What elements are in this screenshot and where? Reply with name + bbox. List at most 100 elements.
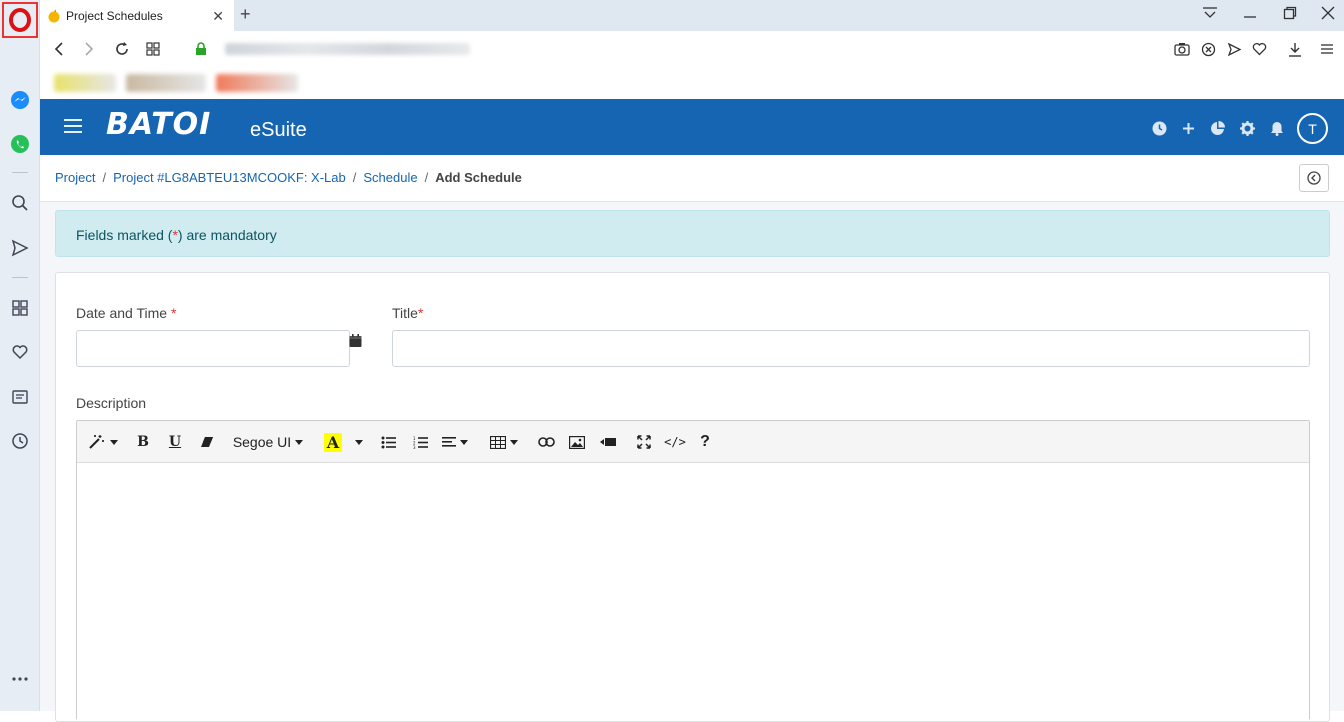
date-time-label-text: Date and Time	[76, 305, 168, 321]
breadcrumb-separator: /	[352, 170, 357, 185]
opera-sidebar	[0, 0, 40, 711]
font-family-value: Segoe UI	[232, 434, 292, 450]
underline-button[interactable]: U	[165, 429, 185, 455]
style-magic-button[interactable]	[87, 429, 119, 455]
pie-chart-icon[interactable]	[1209, 120, 1225, 136]
ordered-list-button[interactable]: 123	[409, 429, 431, 455]
send-to-icon[interactable]	[1225, 40, 1243, 58]
text-color-dropdown[interactable]	[349, 429, 365, 455]
browser-tab-bar: Project Schedules ✕ +	[40, 0, 1344, 31]
image-icon	[569, 435, 585, 449]
opera-menu-button[interactable]	[2, 2, 38, 38]
video-button[interactable]	[597, 429, 619, 455]
restore-icon[interactable]	[1283, 6, 1297, 24]
search-icon[interactable]	[8, 191, 32, 215]
user-avatar[interactable]: T	[1297, 113, 1328, 144]
alert-text-suffix: ) are mandatory	[177, 227, 277, 243]
circle-back-icon	[1307, 171, 1321, 185]
forward-icon[interactable]	[80, 40, 98, 58]
heart-icon[interactable]	[8, 340, 32, 364]
tab-title: Project Schedules	[66, 8, 163, 23]
calendar-icon[interactable]	[349, 334, 362, 348]
required-marker: *	[170, 305, 177, 321]
batoi-logo: BATOI	[106, 107, 212, 142]
breadcrumb-separator: /	[102, 170, 107, 185]
tab-favicon-icon	[48, 9, 60, 22]
code-view-button[interactable]: </>	[663, 429, 687, 455]
align-left-icon	[442, 437, 456, 447]
clear-format-button[interactable]	[197, 429, 217, 455]
link-icon	[537, 437, 555, 447]
close-window-icon[interactable]	[1321, 6, 1335, 24]
opera-logo-icon	[9, 8, 31, 32]
browser-tab[interactable]: Project Schedules ✕	[40, 0, 234, 31]
messenger-icon[interactable]	[8, 88, 32, 112]
bullet-list-button[interactable]	[377, 429, 399, 455]
tab-grid-icon[interactable]	[144, 40, 162, 58]
bold-button[interactable]: B	[133, 429, 153, 455]
esuite-logo-text: eSuite	[250, 119, 307, 141]
breadcrumb: Project / Project #LG8ABTEU13MCOOKF: X-Lab…	[55, 170, 522, 185]
title-label: Title*	[392, 305, 423, 321]
block-icon[interactable]	[1199, 40, 1217, 58]
tab-menu-icon[interactable]	[1202, 6, 1218, 24]
snapshot-icon[interactable]	[1173, 40, 1191, 58]
text-color-glyph: A	[323, 432, 343, 452]
table-icon	[490, 435, 506, 449]
paragraph-align-dropdown[interactable]	[439, 429, 471, 455]
new-tab-button[interactable]: +	[240, 4, 251, 25]
bookmark-item[interactable]	[216, 74, 298, 92]
breadcrumb-separator: /	[424, 170, 429, 185]
sidebar-divider	[12, 277, 28, 278]
back-button[interactable]	[1299, 164, 1329, 192]
help-button[interactable]: ?	[695, 429, 715, 455]
image-button[interactable]	[566, 429, 588, 455]
address-bar	[40, 31, 1344, 68]
menu-toggle-icon[interactable]	[64, 119, 82, 133]
font-family-dropdown[interactable]: Segoe UI	[229, 429, 307, 455]
url-text[interactable]	[225, 43, 470, 55]
lock-icon[interactable]	[192, 40, 210, 58]
description-editable-area[interactable]	[77, 463, 1309, 720]
history-icon[interactable]	[8, 429, 32, 453]
tab-close-icon[interactable]: ✕	[212, 8, 224, 25]
breadcrumb-project[interactable]: Project	[55, 170, 95, 185]
whatsapp-icon[interactable]	[8, 132, 32, 156]
clock-icon[interactable]	[1151, 120, 1167, 136]
bookmark-item[interactable]	[126, 74, 206, 92]
back-icon[interactable]	[50, 40, 68, 58]
description-label: Description	[76, 395, 147, 411]
magic-wand-icon	[89, 435, 104, 449]
easy-setup-icon[interactable]	[1318, 40, 1336, 58]
speed-dial-icon[interactable]	[8, 296, 32, 320]
eraser-icon	[201, 437, 213, 447]
breadcrumb-current: Add Schedule	[435, 170, 522, 185]
date-time-input[interactable]	[76, 330, 350, 367]
bell-icon[interactable]	[1269, 120, 1285, 136]
breadcrumb-schedule[interactable]: Schedule	[363, 170, 417, 185]
app-header: BATOI eSuite T	[40, 99, 1344, 155]
fullscreen-icon	[637, 435, 651, 449]
add-icon[interactable]	[1180, 120, 1196, 136]
bookmark-heart-icon[interactable]	[1250, 40, 1268, 58]
download-icon[interactable]	[1286, 40, 1304, 58]
link-button[interactable]	[535, 429, 557, 455]
send-icon[interactable]	[8, 236, 32, 260]
svg-text:3: 3	[413, 445, 416, 449]
schedule-form-card: Date and Time * Title* Description B U S…	[55, 272, 1330, 722]
table-dropdown[interactable]	[487, 429, 521, 455]
breadcrumb-project-detail[interactable]: Project #LG8ABTEU13MCOOKF: X-Lab	[113, 170, 346, 185]
unordered-list-icon	[381, 436, 396, 448]
news-icon[interactable]	[8, 385, 32, 409]
fullscreen-button[interactable]	[633, 429, 655, 455]
title-input[interactable]	[392, 330, 1310, 367]
sidebar-divider	[12, 172, 28, 173]
reload-icon[interactable]	[113, 40, 131, 58]
minimize-icon[interactable]	[1243, 6, 1257, 24]
more-icon[interactable]	[8, 667, 32, 691]
bookmark-item[interactable]	[54, 74, 116, 92]
bookmarks-bar	[40, 68, 1344, 99]
gear-icon[interactable]	[1239, 120, 1255, 136]
text-color-button[interactable]: A	[319, 429, 347, 455]
description-editor: B U Segoe UI A 123 </> ?	[76, 420, 1310, 720]
